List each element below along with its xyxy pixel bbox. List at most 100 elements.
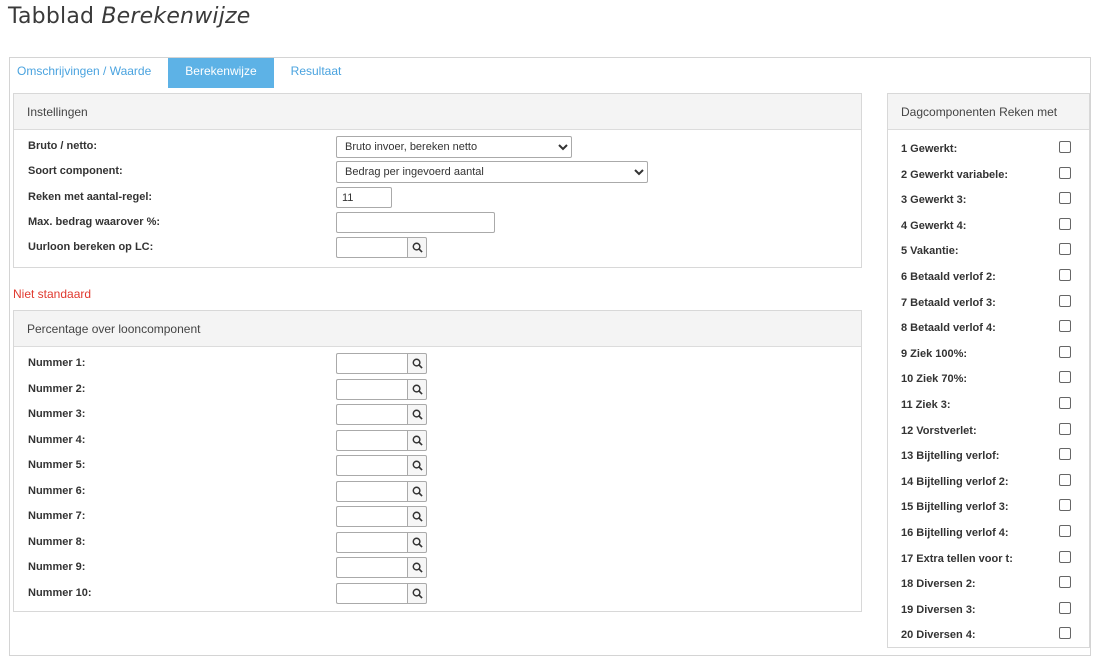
dagcomponent-checkbox[interactable] [1059,141,1071,153]
search-icon [412,562,423,573]
percentage-input[interactable] [336,557,407,578]
percentage-row: Nummer 6: [14,480,861,503]
percentage-row: Nummer 8: [14,531,861,554]
max-bedrag-control [336,212,495,233]
dagcomponent-checkbox[interactable] [1059,345,1071,358]
uurloon-search-button[interactable] [407,237,427,258]
percentage-header: Percentage over looncomponent [14,311,861,347]
search-icon [412,358,423,369]
dagcomponent-label: 9 Ziek 100%: [901,347,968,360]
dagcomponent-label: 14 Bijtelling verlof 2: [901,475,1009,488]
dagcomponent-row: 4 Gewerkt 4: [888,216,1089,236]
percentage-lookup [336,353,427,374]
percentage-search-button[interactable] [407,429,427,451]
percentage-search-button[interactable] [407,506,427,527]
percentage-row: Nummer 9: [14,557,861,579]
component-form: Omschrijvingen / Waarde Berekenwijze Res… [9,57,1091,656]
dagcomponent-row: 5 Vakantie: [888,241,1089,261]
percentage-input[interactable] [336,506,407,527]
search-icon [412,537,423,548]
dagcomponent-checkbox[interactable] [1059,422,1071,435]
dagcomponent-checkbox[interactable] [1059,473,1071,486]
soort-component-label: Soort component: [28,165,123,177]
percentage-lookup [336,582,427,604]
dagcomponent-checkbox[interactable] [1059,448,1071,461]
dagcomponent-row: 10 Ziek 70%: [888,369,1089,389]
niet-standaard-notice: Niet standaard [13,287,92,301]
percentage-label: Nummer 8: [28,535,86,548]
reken-met-control [336,187,392,208]
dagcomponent-row: 16 Bijtelling verlof 4: [888,523,1089,543]
max-bedrag-input[interactable] [336,212,495,233]
percentage-input[interactable] [336,455,407,476]
percentage-input[interactable] [336,480,407,502]
dagcomponent-checkbox[interactable] [1059,320,1071,333]
dagcomponent-row: 15 Bijtelling verlof 3: [888,497,1089,517]
dagcomponent-checkbox[interactable] [1059,166,1071,179]
percentage-row: Nummer 5: [14,455,861,477]
instellingen-panel: Instellingen Bruto / netto: Bruto invoer… [13,93,862,268]
max-bedrag-row: Max. bedrag waarover %: [14,212,861,234]
dagcomponent-label: 16 Bijtelling verlof 4: [901,527,1009,539]
dagcomponenten-header: Dagcomponenten Reken met [888,94,1089,130]
percentage-lookup [336,455,427,476]
percentage-search-button[interactable] [407,455,427,476]
percentage-search-button[interactable] [407,480,427,502]
reken-met-row: Reken met aantal-regel: [14,187,861,209]
percentage-search-button[interactable] [407,531,427,553]
dagcomponent-checkbox[interactable] [1059,576,1071,589]
dagcomponent-label: 8 Betaald verlof 4: [901,322,996,335]
dagcomponent-checkbox[interactable] [1059,499,1071,512]
uurloon-input[interactable] [336,237,407,258]
percentage-row: Nummer 3: [14,404,861,426]
instellingen-header: Instellingen [14,94,861,130]
bruto-netto-select[interactable]: Bruto invoer, bereken netto [336,136,572,158]
dagcomponent-checkbox[interactable] [1059,371,1071,384]
percentage-search-button[interactable] [407,557,427,578]
dagcomponent-checkbox[interactable] [1059,397,1071,409]
percentage-input[interactable] [336,404,407,425]
dagcomponent-label: 7 Betaald verlof 3: [901,296,996,309]
dagcomponent-row: 19 Diversen 3: [888,600,1089,620]
bruto-netto-row: Bruto / netto: Bruto invoer, bereken net… [14,136,861,158]
tab-omschrijvingen[interactable]: Omschrijvingen / Waarde [10,58,168,88]
percentage-lookup [336,506,427,527]
percentage-label: Nummer 2: [28,382,86,395]
percentage-input[interactable] [336,531,407,553]
reken-met-input[interactable] [336,187,392,208]
percentage-input[interactable] [336,353,407,374]
dagcomponent-checkbox[interactable] [1059,601,1071,614]
dagcomponent-checkbox[interactable] [1059,525,1071,537]
search-icon [412,460,423,471]
percentage-search-button[interactable] [407,353,427,374]
percentage-search-button[interactable] [407,582,427,604]
dagcomponent-checkbox[interactable] [1059,627,1071,640]
dagcomponent-checkbox[interactable] [1059,192,1071,205]
percentage-search-button[interactable] [407,404,427,425]
percentage-search-button[interactable] [407,378,427,400]
percentage-lookup [336,429,427,451]
percentage-input[interactable] [336,378,407,400]
dagcomponent-checkbox[interactable] [1059,294,1071,307]
dagcomponent-row: 20 Diversen 4: [888,625,1089,645]
percentage-input[interactable] [336,582,407,604]
tab-resultaat[interactable]: Resultaat [274,58,359,88]
dagcomponent-label: 6 Betaald verlof 2: [901,271,996,283]
dagcomponent-label: 4 Gewerkt 4: [901,219,967,232]
tab-berekenwijze[interactable]: Berekenwijze [168,58,274,88]
search-icon [412,384,423,395]
dagcomponent-row: 8 Betaald verlof 4: [888,318,1089,338]
percentage-label: Nummer 5: [28,459,86,471]
percentage-label: Nummer 3: [28,408,86,420]
dagcomponent-checkbox[interactable] [1059,243,1071,256]
percentage-row: Nummer 4: [14,429,861,452]
percentage-lookup [336,557,427,578]
dagcomponent-checkbox[interactable] [1059,550,1071,563]
percentage-input[interactable] [336,429,407,451]
dagcomponent-checkbox[interactable] [1059,217,1071,230]
dagcomponent-row: 18 Diversen 2: [888,574,1089,594]
dagcomponent-row: 12 Vorstverlet: [888,421,1089,441]
soort-component-select[interactable]: Bedrag per ingevoerd aantal [336,161,648,183]
dagcomponent-label: 15 Bijtelling verlof 3: [901,501,1009,514]
dagcomponent-checkbox[interactable] [1059,269,1071,281]
